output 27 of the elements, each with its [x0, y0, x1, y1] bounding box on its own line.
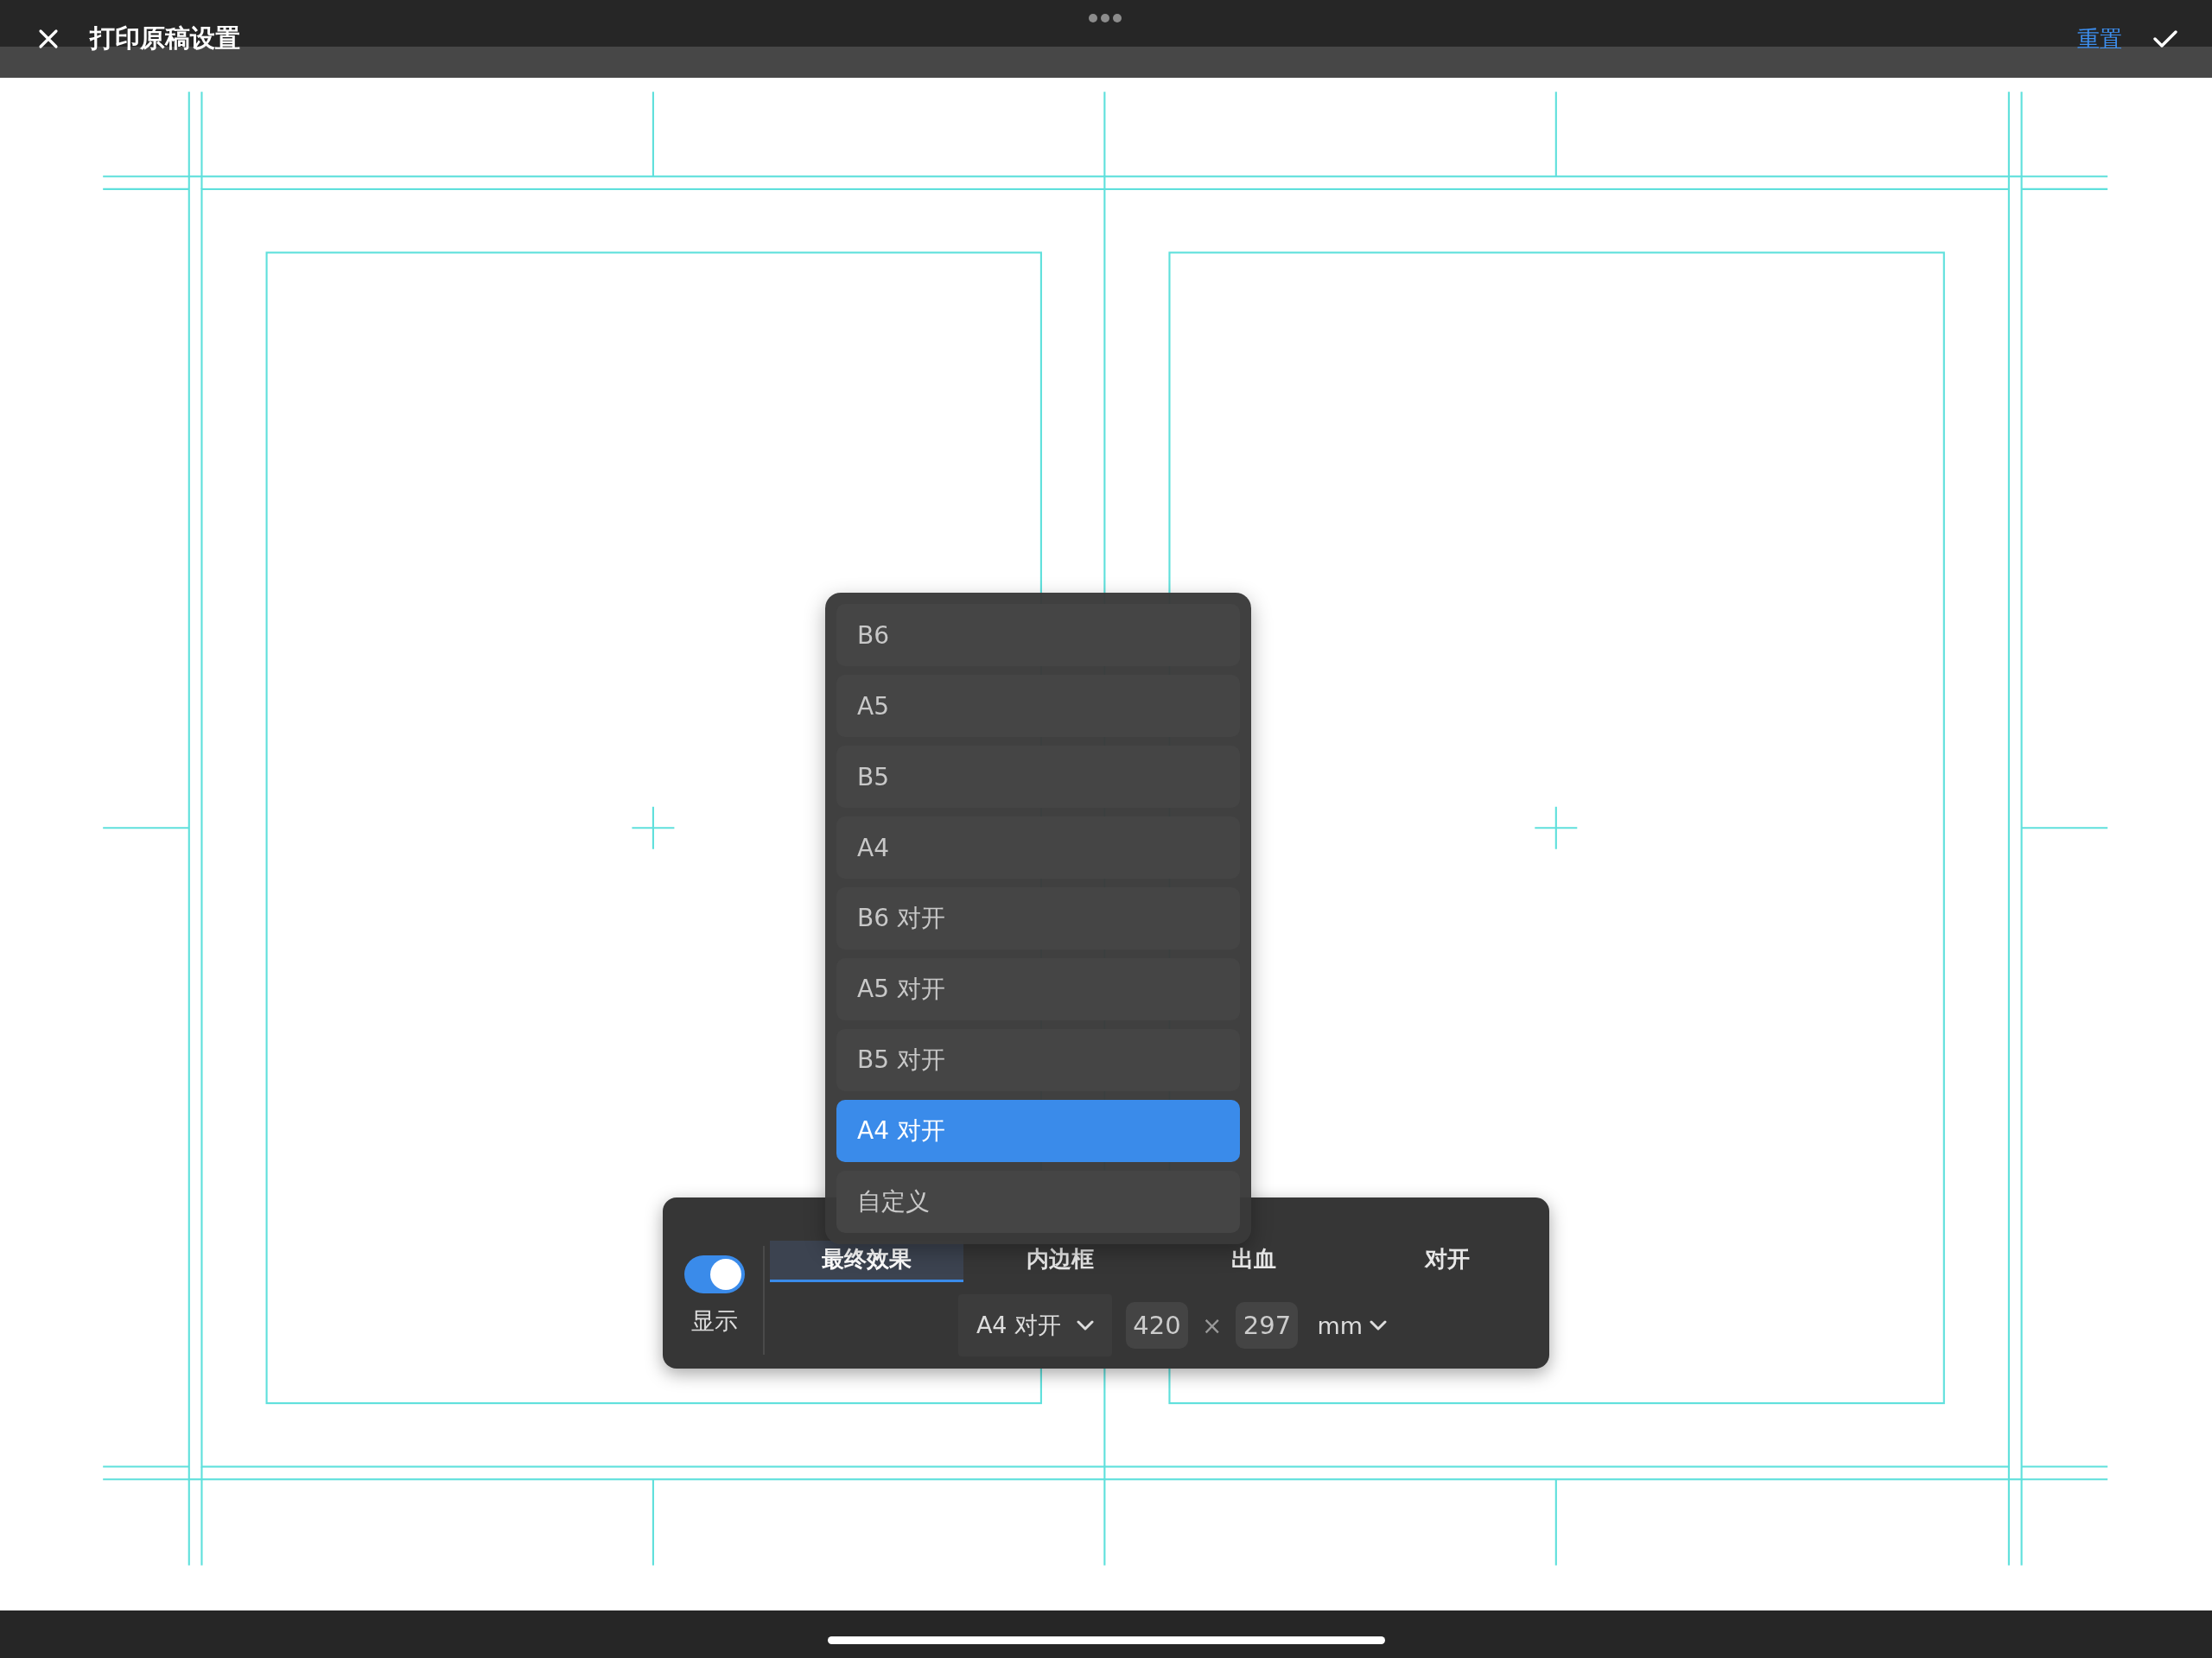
unit-dropdown[interactable]: mm [1317, 1312, 1388, 1339]
tab[interactable]: 内边框 [963, 1241, 1157, 1282]
checkmark-icon[interactable] [2153, 29, 2177, 48]
size-dropdown[interactable]: A4 对开 [958, 1294, 1112, 1356]
menu-item[interactable]: A5 对开 [836, 958, 1240, 1020]
window-title: 打印原稿设置 [90, 22, 240, 54]
height-field[interactable]: 297 [1236, 1302, 1299, 1349]
close-icon[interactable] [38, 29, 59, 49]
menu-item[interactable]: A5 [836, 675, 1240, 737]
reset-button[interactable]: 重置 [2077, 23, 2122, 54]
chevron-down-icon [1370, 1320, 1388, 1331]
menu-item[interactable]: A4 [836, 816, 1240, 879]
toggle-switch[interactable] [684, 1255, 745, 1293]
menu-item[interactable]: B5 [836, 746, 1240, 808]
tab[interactable]: 对开 [1351, 1241, 1544, 1282]
tab[interactable]: 出血 [1157, 1241, 1351, 1282]
chevron-down-icon [1077, 1320, 1095, 1331]
menu-item[interactable]: B6 对开 [836, 887, 1240, 950]
times-sign: × [1202, 1311, 1223, 1340]
menu-item[interactable]: A4 对开 [836, 1100, 1240, 1162]
tab[interactable]: 最终效果 [770, 1241, 963, 1282]
more-icon[interactable] [1088, 13, 1122, 23]
menu-item[interactable]: 自定义 [836, 1171, 1240, 1233]
menu-item[interactable]: B5 对开 [836, 1029, 1240, 1091]
toggle-label: 显示 [691, 1306, 738, 1336]
menu-item[interactable]: B6 [836, 604, 1240, 666]
width-field[interactable]: 420 [1126, 1302, 1188, 1349]
